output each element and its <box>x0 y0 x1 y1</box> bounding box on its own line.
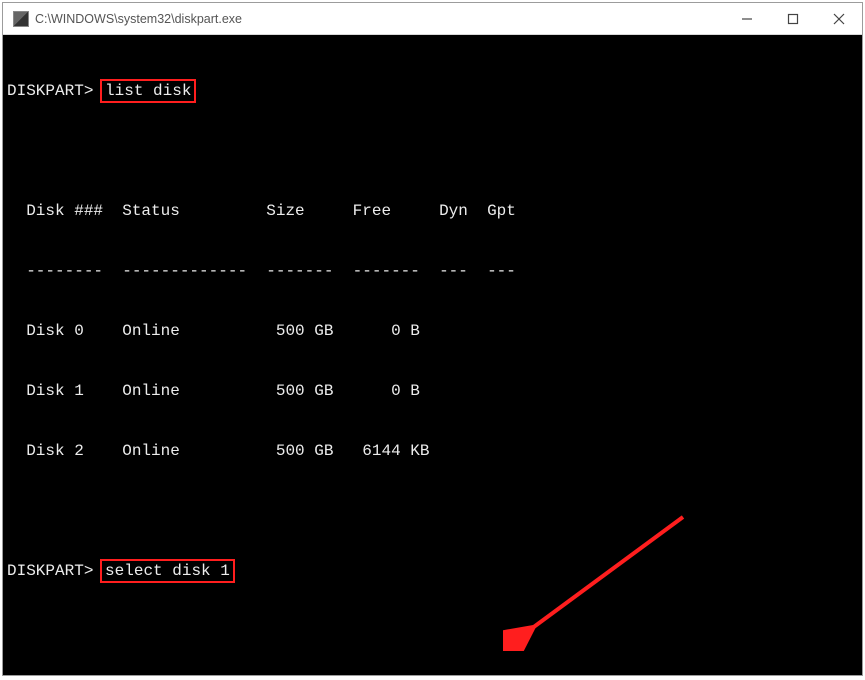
disk-table-divider: -------- ------------- ------- ------- -… <box>7 261 858 281</box>
app-icon <box>13 11 29 27</box>
close-button[interactable] <box>816 3 862 35</box>
titlebar[interactable]: C:\WINDOWS\system32\diskpart.exe <box>3 3 862 35</box>
window-title: C:\WINDOWS\system32\diskpart.exe <box>35 12 242 26</box>
prompt: DISKPART> <box>7 562 93 580</box>
disk-table-row: Disk 1 Online 500 GB 0 B <box>7 381 858 401</box>
maximize-button[interactable] <box>770 3 816 35</box>
prompt: DISKPART> <box>7 82 93 100</box>
prompt-line: DISKPART> select disk 1 <box>7 561 858 581</box>
cmd-select-disk: select disk 1 <box>103 562 232 580</box>
disk-table-row: Disk 2 Online 500 GB 6144 KB <box>7 441 858 461</box>
diskpart-window: C:\WINDOWS\system32\diskpart.exe DISKPAR… <box>2 2 863 676</box>
minimize-button[interactable] <box>724 3 770 35</box>
disk-table-header: Disk ### Status Size Free Dyn Gpt <box>7 201 858 221</box>
terminal-area[interactable]: DISKPART> list disk Disk ### Status Size… <box>3 35 862 675</box>
disk-table-row: Disk 0 Online 500 GB 0 B <box>7 321 858 341</box>
prompt-line: DISKPART> list disk <box>7 81 858 101</box>
cmd-list-disk: list disk <box>103 82 193 100</box>
